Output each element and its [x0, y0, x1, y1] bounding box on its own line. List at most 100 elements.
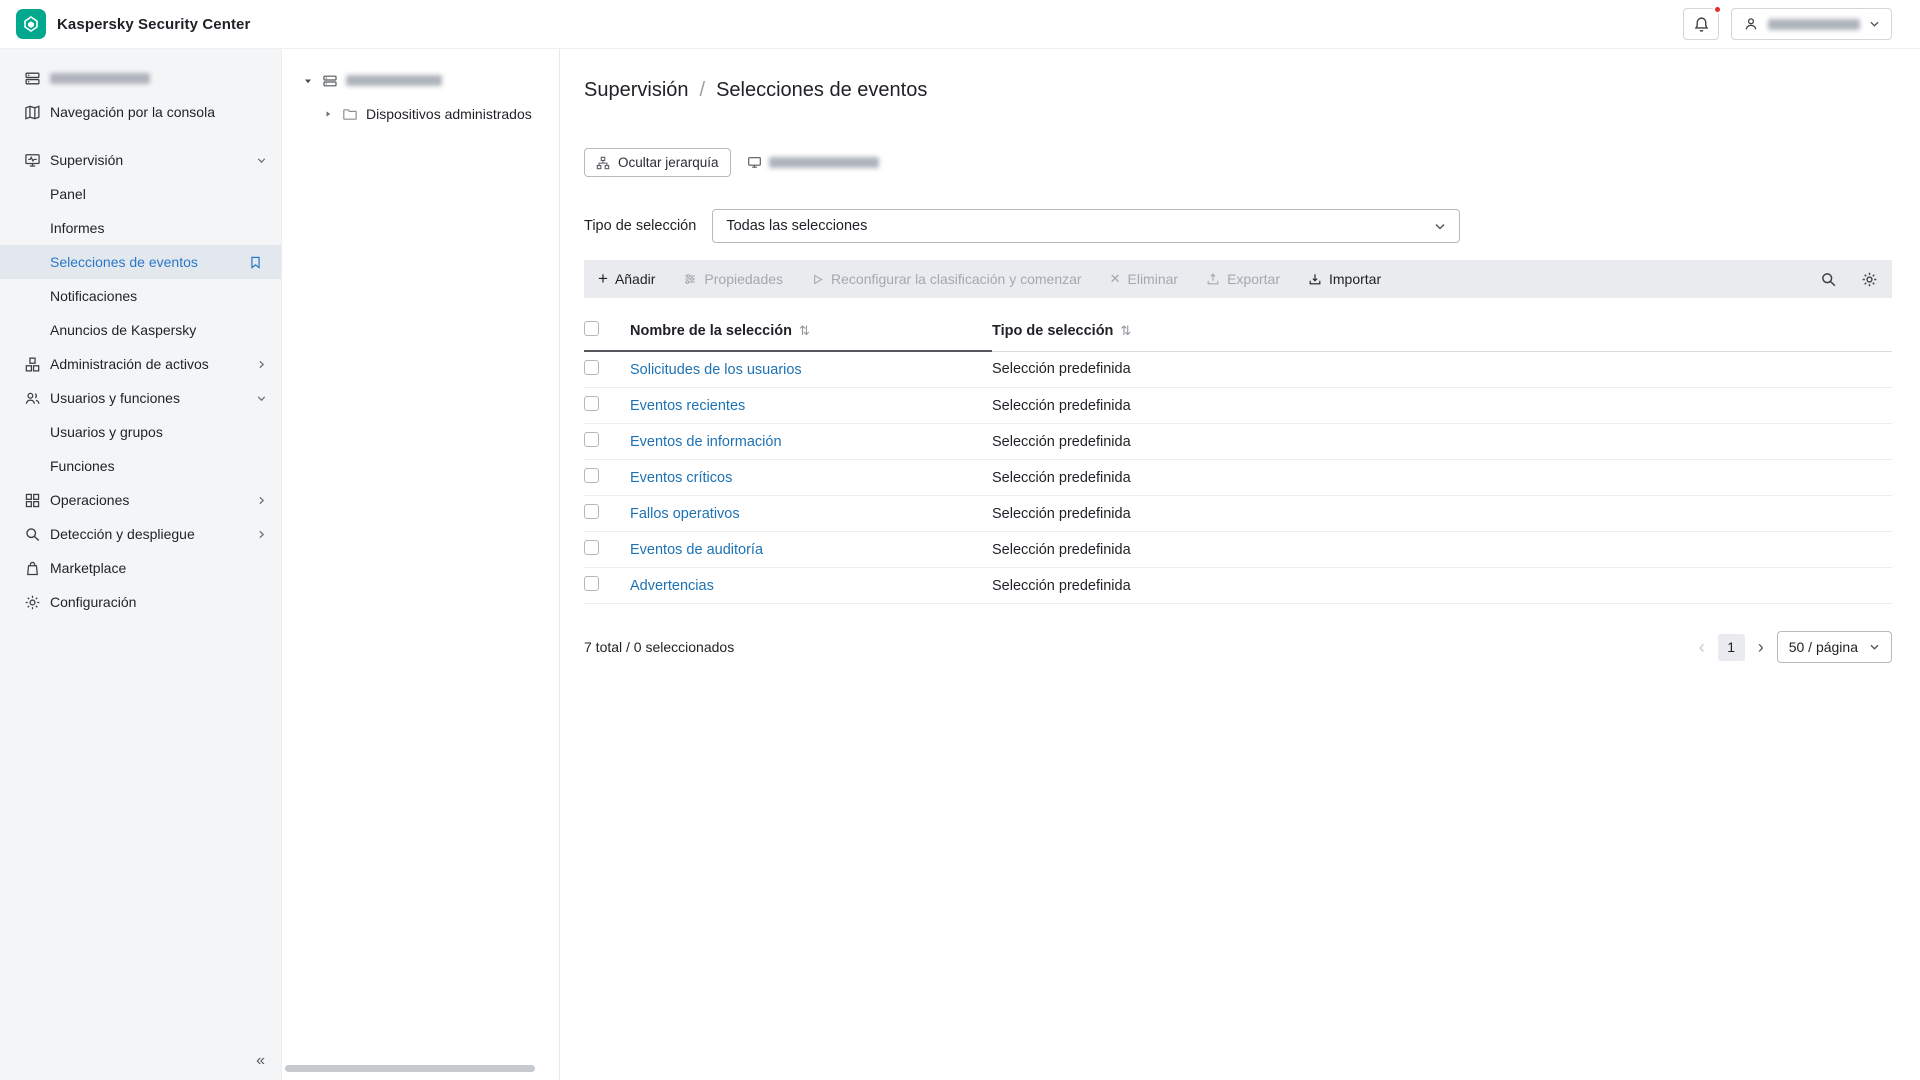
server-icon — [24, 70, 41, 87]
bookmark-icon — [248, 255, 263, 270]
export-button[interactable]: Exportar — [1206, 271, 1280, 287]
tree-node-managed-devices[interactable]: Dispositivos administrados — [282, 100, 559, 127]
selection-type-cell: Selección predefinida — [992, 423, 1892, 460]
row-checkbox-cell — [584, 387, 630, 424]
sidebar-item-label: Anuncios de Kaspersky — [50, 322, 197, 338]
horizontal-scrollbar[interactable] — [285, 1065, 535, 1072]
current-server-tag — [747, 155, 879, 170]
export-label: Exportar — [1227, 271, 1280, 287]
sidebar-item-label: Administración de activos — [50, 356, 209, 372]
selection-name-cell: Solicitudes de los usuarios — [630, 351, 992, 388]
row-checkbox[interactable] — [584, 360, 599, 375]
table-row: Eventos de información Selección predefin… — [584, 423, 1892, 460]
event-selections-table: Nombre de la selección ⇅ Tipo de selecció… — [584, 312, 1892, 604]
chevron-down-icon — [1869, 20, 1880, 28]
sidebar-item-notifications[interactable]: Notificaciones — [0, 279, 281, 313]
hide-hierarchy-button[interactable]: Ocultar jerarquía — [584, 148, 731, 177]
page-size-value: 50 / página — [1788, 639, 1858, 655]
device-tree-panel: Dispositivos administrados — [282, 49, 560, 1080]
row-checkbox[interactable] — [584, 540, 599, 555]
breadcrumb-separator: / — [699, 79, 706, 101]
breadcrumb-section[interactable]: Supervisión — [584, 79, 689, 102]
reconfigure-button[interactable]: Reconfigurar la clasificación y comenzar — [811, 271, 1082, 287]
selection-link[interactable]: Eventos de información — [630, 434, 782, 450]
sidebar-item-panel[interactable]: Panel — [0, 177, 281, 211]
selection-type-cell: Selección predefinida — [992, 531, 1892, 568]
row-checkbox[interactable] — [584, 396, 599, 411]
bell-icon — [1693, 16, 1710, 33]
selection-link[interactable]: Solicitudes de los usuarios — [630, 362, 802, 378]
selection-type-cell: Selección predefinida — [992, 351, 1892, 388]
user-menu-button[interactable] — [1731, 8, 1892, 40]
sidebar-item-label: Notificaciones — [50, 288, 138, 304]
sidebar-item-event-selections[interactable]: Selecciones de eventos — [0, 245, 281, 279]
selection-link[interactable]: Fallos operativos — [630, 506, 740, 522]
search-icon[interactable] — [1820, 271, 1837, 288]
selection-link[interactable]: Advertencias — [630, 578, 714, 594]
column-header-label: Nombre de la selección — [630, 322, 792, 339]
sort-icon[interactable]: ⇅ — [799, 323, 810, 338]
sidebar-item-users-groups[interactable]: Usuarios y grupos — [0, 415, 281, 449]
sidebar-item-asset-management[interactable]: Administración de activos — [0, 347, 281, 381]
selection-link[interactable]: Eventos recientes — [630, 398, 745, 414]
table-settings-gear-icon[interactable] — [1861, 271, 1878, 288]
sidebar-item-roles[interactable]: Funciones — [0, 449, 281, 483]
notifications-button[interactable] — [1683, 5, 1722, 40]
breadcrumb: Supervisión / Selecciones de eventos — [584, 79, 1892, 102]
page-number[interactable]: 1 — [1717, 633, 1745, 661]
selection-type-select[interactable]: Todas las selecciones — [712, 209, 1461, 243]
sidebar-item-operations[interactable]: Operaciones — [0, 483, 281, 517]
sidebar-item-supervision[interactable]: Supervisión — [0, 143, 281, 177]
select-all-cell — [584, 312, 630, 352]
select-all-checkbox[interactable] — [584, 321, 599, 336]
sidebar-item-kaspersky-announcements[interactable]: Anuncios de Kaspersky — [0, 313, 281, 347]
page-size-select[interactable]: 50 / página — [1776, 631, 1892, 663]
sidebar-item-label: Configuración — [50, 594, 137, 610]
properties-button[interactable]: Propiedades — [683, 271, 783, 287]
selection-link[interactable]: Eventos de auditoría — [630, 542, 763, 558]
sidebar-collapse-button[interactable]: « — [256, 1052, 265, 1070]
sidebar-item-server[interactable] — [0, 61, 281, 95]
selection-link[interactable]: Eventos críticos — [630, 470, 732, 486]
chevron-right-icon — [256, 529, 267, 540]
table-row: Advertencias Selección predefinida — [584, 567, 1892, 604]
sidebar-item-console-navigation[interactable]: Navegación por la consola — [0, 95, 281, 129]
next-page-button[interactable]: › — [1758, 638, 1764, 656]
row-checkbox[interactable] — [584, 504, 599, 519]
selection-name-cell: Eventos de auditoría — [630, 531, 992, 568]
chevron-down-icon — [256, 393, 267, 404]
caret-down-icon[interactable] — [302, 75, 314, 87]
add-button[interactable]: + Añadir — [598, 269, 656, 288]
sidebar-item-marketplace[interactable]: Marketplace — [0, 551, 281, 585]
monitor-pulse-icon — [24, 152, 41, 169]
selection-type-cell: Selección predefinida — [992, 387, 1892, 424]
selection-type-label: Tipo de selección — [584, 218, 697, 234]
row-checkbox[interactable] — [584, 468, 599, 483]
import-icon — [1308, 272, 1322, 286]
sidebar-item-users-roles[interactable]: Usuarios y funciones — [0, 381, 281, 415]
sidebar-item-label: Usuarios y funciones — [50, 390, 180, 406]
app-header: Kaspersky Security Center — [0, 0, 1920, 49]
add-label: Añadir — [614, 271, 656, 287]
import-button[interactable]: Importar — [1308, 271, 1381, 287]
play-icon — [811, 273, 824, 286]
tree-node-server[interactable] — [282, 67, 559, 94]
prev-page-button[interactable]: ‹ — [1699, 638, 1705, 656]
notification-badge — [1713, 5, 1722, 14]
sidebar-item-reports[interactable]: Informes — [0, 211, 281, 245]
sidebar-item-settings[interactable]: Configuración — [0, 585, 281, 619]
sidebar-item-discovery-deployment[interactable]: Detección y despliegue — [0, 517, 281, 551]
export-icon — [1206, 272, 1220, 286]
row-checkbox[interactable] — [584, 432, 599, 447]
table-row: Eventos de auditoría Selección predefinid… — [584, 531, 1892, 568]
sort-icon[interactable]: ⇅ — [1120, 323, 1131, 338]
plus-icon: + — [598, 269, 608, 288]
delete-button[interactable]: ✕ Eliminar — [1110, 271, 1178, 287]
column-header-name[interactable]: Nombre de la selección ⇅ — [630, 312, 992, 352]
row-checkbox[interactable] — [584, 576, 599, 591]
caret-right-icon[interactable] — [322, 108, 334, 120]
selection-name-cell: Eventos críticos — [630, 459, 992, 496]
column-header-type[interactable]: Tipo de selección ⇅ — [992, 312, 1892, 352]
row-checkbox-cell — [584, 423, 630, 460]
chevron-down-icon — [256, 155, 267, 166]
